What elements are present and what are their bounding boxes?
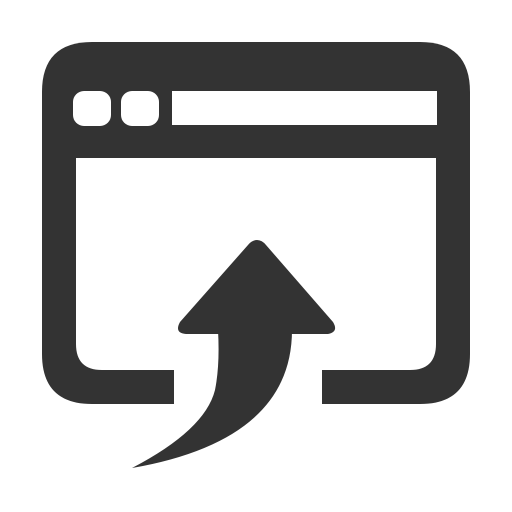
icon-canvas [0, 0, 512, 512]
window-dot-icon [121, 91, 159, 126]
window-right-frame [322, 150, 470, 404]
window-left-frame [42, 150, 174, 404]
web-upload-icon [42, 42, 470, 468]
address-bar-slot [172, 91, 437, 125]
curved-upload-arrow-icon [132, 240, 336, 468]
window-dot-icon [73, 91, 111, 126]
arrow-head [178, 240, 336, 334]
